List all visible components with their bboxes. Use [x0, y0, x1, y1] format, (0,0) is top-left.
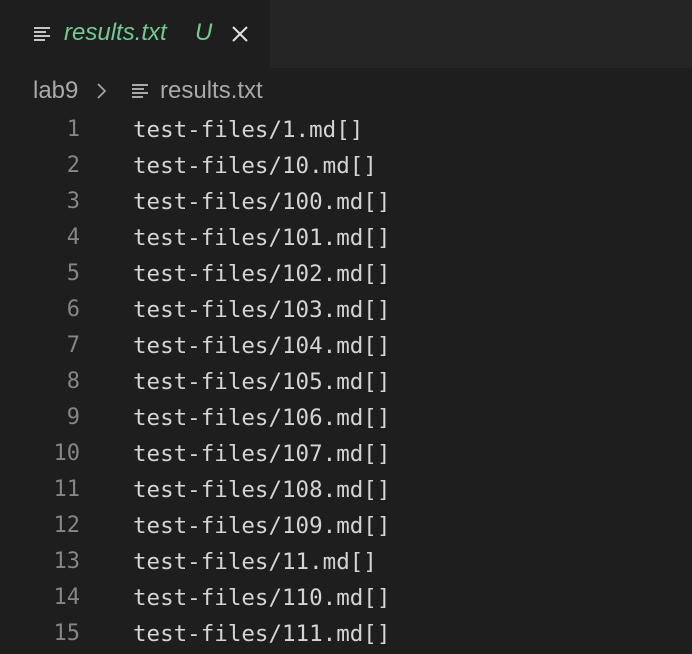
- line-number: 13: [53, 549, 81, 574]
- line-text[interactable]: test-files/102.md[]: [133, 256, 390, 292]
- line-number: 12: [53, 513, 81, 538]
- breadcrumb-file[interactable]: results.txt: [160, 76, 263, 106]
- editor-window: results.txt U lab9 results.txt 1 test-fi…: [0, 0, 692, 654]
- editor-line[interactable]: 12 test-files/109.md[]: [0, 508, 692, 544]
- tab-bar: results.txt U: [0, 0, 692, 68]
- line-text[interactable]: test-files/109.md[]: [133, 508, 390, 544]
- tab-filename: results.txt: [64, 19, 167, 46]
- editor-line[interactable]: 15 test-files/111.md[]: [0, 616, 692, 652]
- line-number: 5: [66, 261, 80, 286]
- editor-line[interactable]: 5 test-files/102.md[]: [0, 256, 692, 292]
- editor-line[interactable]: 13 test-files/11.md[]: [0, 544, 692, 580]
- line-text[interactable]: test-files/101.md[]: [133, 220, 390, 256]
- line-number: 10: [53, 441, 81, 466]
- line-text[interactable]: test-files/105.md[]: [133, 364, 390, 400]
- editor-line[interactable]: 2 test-files/10.md[]: [0, 148, 692, 184]
- line-text[interactable]: test-files/110.md[]: [133, 580, 390, 616]
- editor-line[interactable]: 6 test-files/103.md[]: [0, 292, 692, 328]
- editor-line[interactable]: 3 test-files/100.md[]: [0, 184, 692, 220]
- editor-line[interactable]: 1 test-files/1.md[]: [0, 112, 692, 148]
- line-number: 2: [66, 153, 80, 178]
- line-text[interactable]: test-files/111.md[]: [133, 616, 390, 652]
- line-number: 7: [66, 333, 80, 358]
- breadcrumb-folder[interactable]: lab9: [33, 76, 78, 106]
- line-text[interactable]: test-files/10.md[]: [133, 148, 377, 184]
- line-text[interactable]: test-files/100.md[]: [133, 184, 390, 220]
- editor-line[interactable]: 4 test-files/101.md[]: [0, 220, 692, 256]
- line-number: 8: [66, 369, 80, 394]
- line-text[interactable]: test-files/1.md[]: [133, 112, 363, 148]
- editor-line[interactable]: 10 test-files/107.md[]: [0, 436, 692, 472]
- editor-text-area[interactable]: 1 test-files/1.md[] 2 test-files/10.md[]…: [0, 112, 692, 654]
- line-number: 15: [53, 621, 81, 646]
- chevron-right-icon: [97, 83, 107, 99]
- line-number: 11: [53, 477, 81, 502]
- line-number: 1: [66, 117, 80, 142]
- line-text[interactable]: test-files/108.md[]: [133, 472, 390, 508]
- editor-line[interactable]: 8 test-files/105.md[]: [0, 364, 692, 400]
- line-number: 14: [53, 585, 81, 610]
- editor-line[interactable]: 14 test-files/110.md[]: [0, 580, 692, 616]
- line-text[interactable]: test-files/106.md[]: [133, 400, 390, 436]
- line-text[interactable]: test-files/103.md[]: [133, 292, 390, 328]
- line-text[interactable]: test-files/104.md[]: [133, 328, 390, 364]
- line-number: 9: [66, 405, 80, 430]
- line-number: 3: [66, 189, 80, 214]
- lines-file-icon: [34, 27, 50, 41]
- lines-file-icon: [132, 84, 148, 98]
- git-status-badge: U: [195, 19, 213, 46]
- line-text[interactable]: test-files/11.md[]: [133, 544, 377, 580]
- close-icon[interactable]: [231, 25, 249, 43]
- editor-line[interactable]: 11 test-files/108.md[]: [0, 472, 692, 508]
- line-text[interactable]: test-files/107.md[]: [133, 436, 390, 472]
- line-number: 6: [66, 297, 80, 322]
- breadcrumb: lab9 results.txt: [0, 68, 692, 114]
- editor-line[interactable]: 7 test-files/104.md[]: [0, 328, 692, 364]
- tab-results-txt[interactable]: results.txt U: [0, 0, 270, 68]
- editor-line[interactable]: 9 test-files/106.md[]: [0, 400, 692, 436]
- line-number: 4: [66, 225, 80, 250]
